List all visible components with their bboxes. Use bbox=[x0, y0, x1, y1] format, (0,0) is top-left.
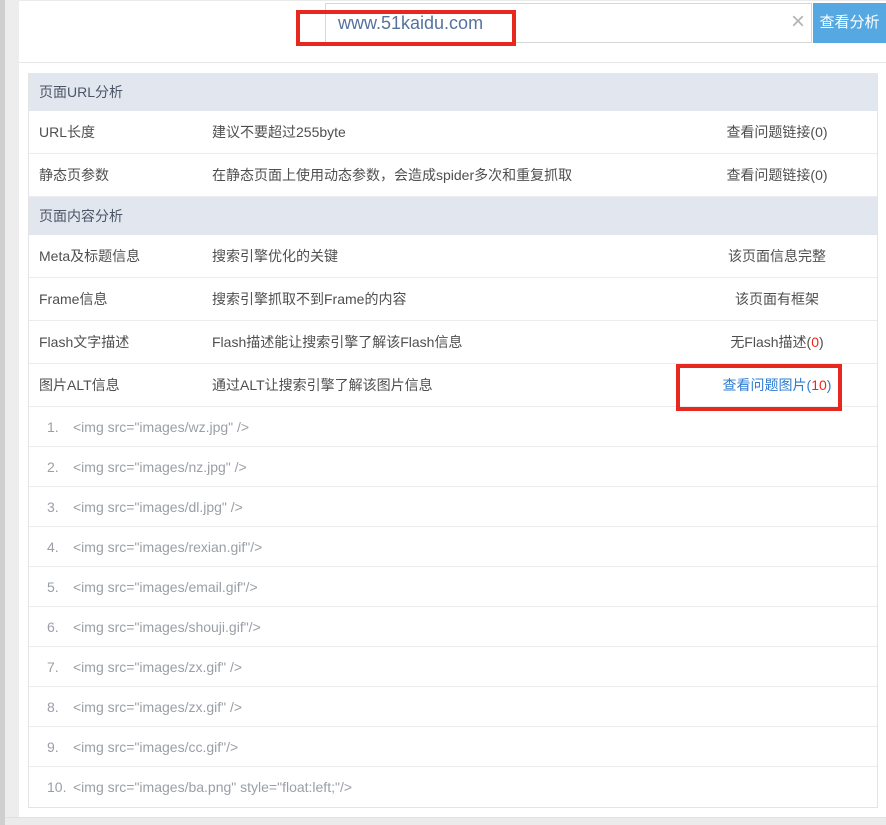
annotation-box-url bbox=[296, 10, 516, 46]
row-status: 该页面有框架 bbox=[677, 289, 877, 309]
row-description: 搜索引擎抓取不到Frame的内容 bbox=[212, 289, 677, 309]
row-label: 图片ALT信息 bbox=[29, 375, 212, 395]
row-label: Frame信息 bbox=[29, 289, 212, 309]
row-description: 通过ALT让搜索引擎了解该图片信息 bbox=[212, 375, 677, 395]
image-list-item: 4.<img src="images/rexian.gif"/> bbox=[29, 527, 877, 567]
section-header: 页面内容分析 bbox=[29, 197, 877, 235]
list-item-number: 2. bbox=[47, 459, 73, 475]
list-item-code: <img src="images/cc.gif"/> bbox=[73, 739, 238, 755]
image-list-item: 3.<img src="images/dl.jpg" /> bbox=[29, 487, 877, 527]
row-description: 搜索引擎优化的关键 bbox=[212, 246, 677, 266]
list-item-number: 6. bbox=[47, 619, 73, 635]
table-row: URL长度建议不要超过255byte 查看问题链接(0) bbox=[29, 111, 877, 154]
page-edge-dark bbox=[0, 0, 5, 825]
status-text: 该页面有框架 bbox=[735, 291, 819, 307]
row-status: 查看问题链接(0) bbox=[677, 122, 877, 142]
list-item-number: 7. bbox=[47, 659, 73, 675]
row-label: 静态页参数 bbox=[29, 165, 212, 185]
analysis-table: 页面URL分析URL长度建议不要超过255byte查看问题链接(0)静态页参数在… bbox=[28, 73, 878, 808]
list-item-number: 4. bbox=[47, 539, 73, 555]
section-header: 页面URL分析 bbox=[29, 73, 877, 111]
list-item-code: <img src="images/dl.jpg" /> bbox=[73, 499, 243, 515]
image-list-item: 9.<img src="images/cc.gif"/> bbox=[29, 727, 877, 767]
table-row: Frame信息搜索引擎抓取不到Frame的内容 该页面有框架 bbox=[29, 278, 877, 321]
row-status: 该页面信息完整 bbox=[677, 246, 877, 266]
page-bottom-background bbox=[5, 817, 886, 825]
table-row: Flash文字描述Flash描述能让搜索引擎了解该Flash信息无Flash描述… bbox=[29, 321, 877, 364]
list-item-number: 10. bbox=[47, 779, 73, 795]
list-item-code: <img src="images/zx.gif" /> bbox=[73, 699, 242, 715]
row-description: 建议不要超过255byte bbox=[212, 122, 677, 142]
list-item-code: <img src="images/ba.png" style="float:le… bbox=[73, 779, 352, 795]
image-list-item: 7.<img src="images/zx.gif" /> bbox=[29, 647, 877, 687]
status-text: 0 bbox=[811, 334, 819, 350]
list-item-code: <img src="images/shouji.gif"/> bbox=[73, 619, 261, 635]
image-list-item: 10.<img src="images/ba.png" style="float… bbox=[29, 767, 877, 807]
list-item-number: 5. bbox=[47, 579, 73, 595]
table-row: 静态页参数在静态页面上使用动态参数，会造成spider多次和重复抓取 查看问题链接… bbox=[29, 154, 877, 197]
status-text: 该页面信息完整 bbox=[728, 248, 826, 264]
row-status: 无Flash描述(0) bbox=[677, 332, 877, 352]
list-item-number: 3. bbox=[47, 499, 73, 515]
list-item-code: <img src="images/nz.jpg" /> bbox=[73, 459, 247, 475]
analyze-button[interactable]: 查看分析 bbox=[813, 3, 886, 43]
status-text[interactable]: 查看问题链接(0) bbox=[726, 124, 827, 140]
list-item-code: <img src="images/rexian.gif"/> bbox=[73, 539, 262, 555]
image-list-item: 6.<img src="images/shouji.gif"/> bbox=[29, 607, 877, 647]
row-description: 在静态页面上使用动态参数，会造成spider多次和重复抓取 bbox=[212, 165, 677, 185]
list-item-number: 9. bbox=[47, 739, 73, 755]
list-item-number: 1. bbox=[47, 419, 73, 435]
row-label: Meta及标题信息 bbox=[29, 246, 212, 266]
row-label: URL长度 bbox=[29, 122, 212, 142]
image-list-item: 2.<img src="images/nz.jpg" /> bbox=[29, 447, 877, 487]
row-label: Flash文字描述 bbox=[29, 332, 212, 352]
list-item-code: <img src="images/wz.jpg" /> bbox=[73, 419, 249, 435]
annotation-box-alt-link bbox=[676, 364, 842, 411]
table-row: Meta及标题信息搜索引擎优化的关键 该页面信息完整 bbox=[29, 235, 877, 278]
page-edge-light bbox=[5, 0, 19, 817]
list-item-code: <img src="images/email.gif"/> bbox=[73, 579, 258, 595]
list-item-code: <img src="images/zx.gif" /> bbox=[73, 659, 242, 675]
list-item-number: 8. bbox=[47, 699, 73, 715]
row-description: Flash描述能让搜索引擎了解该Flash信息 bbox=[212, 332, 677, 352]
clear-icon[interactable]: × bbox=[783, 8, 813, 38]
row-status: 查看问题链接(0) bbox=[677, 165, 877, 185]
status-text: 无Flash描述( bbox=[730, 334, 811, 350]
status-text: ) bbox=[819, 334, 824, 350]
image-list-item: 5.<img src="images/email.gif"/> bbox=[29, 567, 877, 607]
status-text[interactable]: 查看问题链接(0) bbox=[726, 167, 827, 183]
image-list-item: 1.<img src="images/wz.jpg" /> bbox=[29, 407, 877, 447]
image-list-item: 8.<img src="images/zx.gif" /> bbox=[29, 687, 877, 727]
